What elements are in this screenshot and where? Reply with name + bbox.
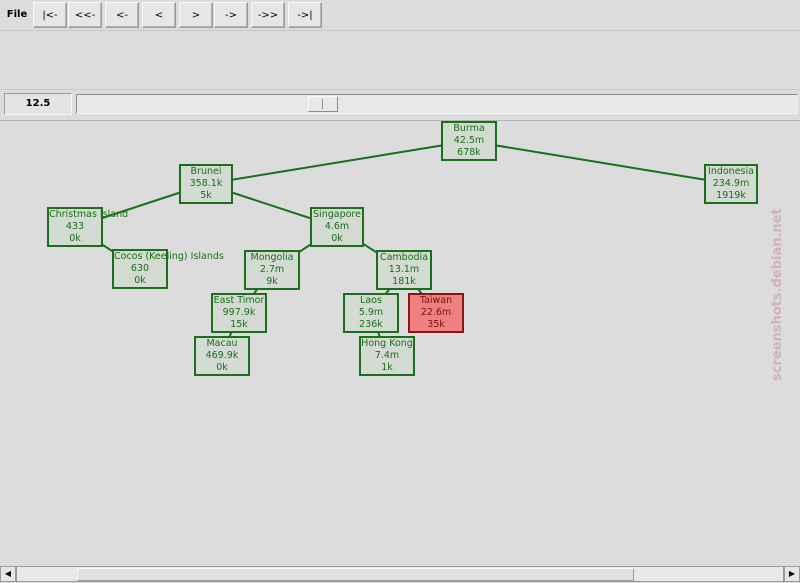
node-value: 7.4m [374,350,400,361]
first-button[interactable]: |<- [33,2,67,28]
node-label: Christmas Island [49,209,129,220]
tree-node-singapore[interactable]: Singapore 4.6m 0k [310,207,364,247]
forward-fast-button[interactable]: ->> [251,2,285,28]
node-label: Cambodia [379,252,429,263]
node-value: 5.9m [358,307,384,318]
node-value: 469.9k [205,350,239,361]
toolbar: File |<- <<- <- < > -> ->> ->| [0,0,800,31]
node-value: 997.9k [222,307,256,318]
node-count: 15k [230,319,248,330]
node-count: 5k [200,190,212,201]
tree-node-easttimor[interactable]: East Timor 997.9k 15k [211,293,267,333]
tree-node-brunei[interactable]: Brunei 358.1k 5k [179,164,233,204]
node-count: 0k [331,233,343,244]
node-label: Taiwan [419,295,453,306]
tree-node-mongolia[interactable]: Mongolia 2.7m 9k [244,250,300,290]
edge-burma-brunei [205,140,470,185]
node-count: 1k [381,362,393,373]
tree-node-christmas[interactable]: Christmas Island 433 0k [47,207,129,247]
node-count: 678k [457,147,481,158]
tree-node-hongkong[interactable]: Hong Kong 7.4m 1k [359,336,415,376]
info-panel [0,31,800,90]
node-value: 4.6m [324,221,350,232]
tree-node-burma[interactable]: Burma 42.5m 678k [441,121,497,161]
node-value: 234.9m [712,178,750,189]
tree-canvas[interactable]: Burma 42.5m 678k Brunei 358.1k 5k Indonesia 234… [0,120,800,567]
node-label: Cocos (Keeling) Islands [114,251,224,262]
scroll-thumb[interactable] [77,568,634,581]
node-count: 0k [216,362,228,373]
node-count: 35k [427,319,445,330]
step-back-button[interactable]: < [142,2,176,28]
rewind-fast-button[interactable]: <<- [68,2,102,28]
tree-node-cambodia[interactable]: Cambodia 13.1m 181k [376,250,432,290]
node-value: 2.7m [259,264,285,275]
node-label: Mongolia [250,252,294,263]
zoom-slider-thumb[interactable] [308,96,338,112]
node-label: Hong Kong [361,338,413,349]
step-forward-button[interactable]: > [179,2,213,28]
node-count: 1919k [716,190,746,201]
horizontal-scrollbar[interactable]: ◀ ▶ [0,566,800,583]
last-button[interactable]: ->| [288,2,322,28]
edge-burma-indonesia [468,140,732,185]
node-count: 236k [359,319,383,330]
node-label: Indonesia [708,166,754,177]
tree-node-laos[interactable]: Laos 5.9m 236k [343,293,399,333]
scroll-right-icon[interactable]: ▶ [784,566,800,582]
file-menu[interactable]: File [4,3,30,27]
rewind-button[interactable]: <- [105,2,139,28]
node-count: 0k [69,233,81,244]
node-count: 9k [266,276,278,287]
node-label: Laos [360,295,382,306]
node-value: 358.1k [189,178,223,189]
node-value: 42.5m [453,135,485,146]
zoom-row: 12.5 [0,90,800,118]
node-label: East Timor [213,295,265,306]
node-label: Brunei [190,166,222,177]
node-label: Burma [453,123,485,134]
zoom-value: 12.5 [4,93,72,115]
node-value: 433 [65,221,85,232]
scroll-track[interactable] [16,566,784,582]
watermark: screenshots.debian.net [770,208,785,382]
tree-node-taiwan[interactable]: Taiwan 22.6m 35k [408,293,464,333]
node-count: 0k [134,275,146,286]
forward-button[interactable]: -> [214,2,248,28]
node-count: 181k [392,276,416,287]
tree-node-indonesia[interactable]: Indonesia 234.9m 1919k [704,164,758,204]
node-value: 630 [130,263,150,274]
tree-node-cocos[interactable]: Cocos (Keeling) Islands 630 0k [112,249,224,289]
node-label: Macau [206,338,238,349]
scroll-left-icon[interactable]: ◀ [0,566,16,582]
node-value: 22.6m [420,307,452,318]
node-value: 13.1m [388,264,420,275]
zoom-slider[interactable] [76,94,798,114]
tree-node-macau[interactable]: Macau 469.9k 0k [194,336,250,376]
node-label: Singapore [313,209,361,220]
